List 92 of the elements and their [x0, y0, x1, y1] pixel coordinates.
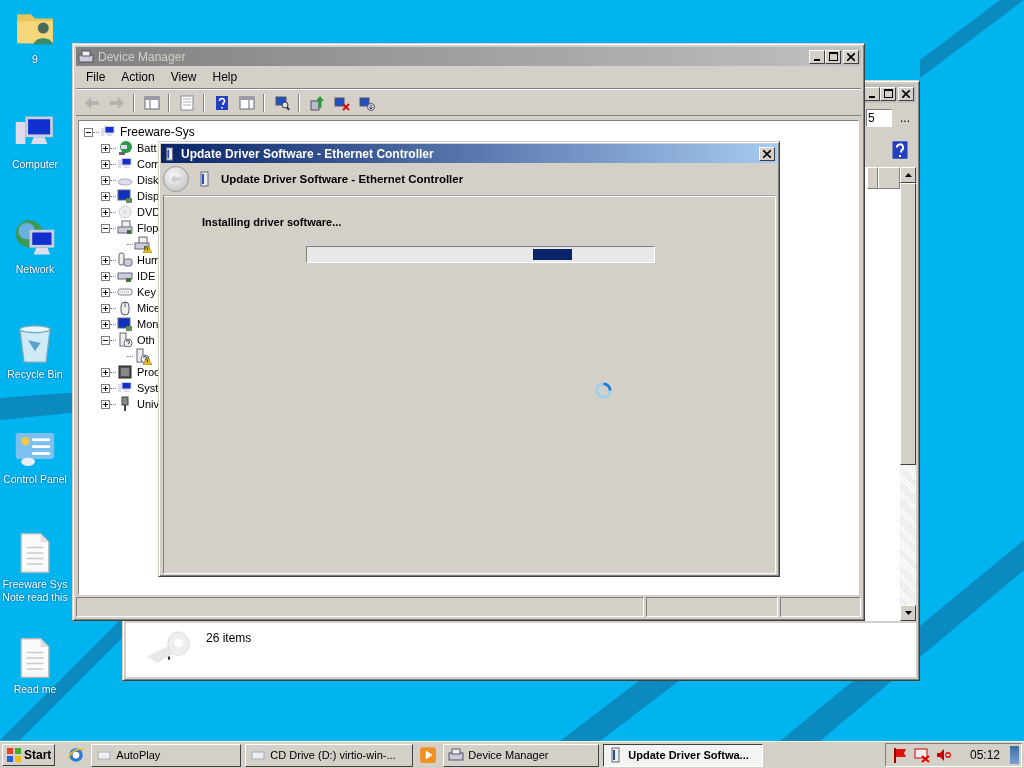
column-header[interactable]: [878, 167, 900, 189]
device-manager-icon: [78, 48, 94, 65]
back-arrow-icon: [170, 173, 182, 185]
tree-item[interactable]: Proc: [137, 366, 160, 378]
expand-icon[interactable]: [101, 367, 110, 377]
monitor-icon: [117, 316, 133, 332]
tree-item[interactable]: Oth: [137, 334, 155, 346]
close-button[interactable]: [843, 49, 859, 64]
panel-icon: [143, 94, 160, 111]
panel-icon: [238, 94, 255, 111]
browser-icon: [67, 746, 86, 764]
tree-item[interactable]: Syst: [137, 382, 159, 394]
unknown-device-icon: [117, 332, 133, 348]
device-down-icon: [358, 94, 375, 111]
close-button[interactable]: [898, 86, 914, 101]
flag-icon: [891, 747, 908, 763]
tree-item[interactable]: Disp: [137, 190, 159, 202]
tree-item[interactable]: Flop: [137, 222, 159, 234]
maximize-button[interactable]: [880, 86, 896, 101]
expand-icon[interactable]: [101, 191, 110, 201]
expand-icon[interactable]: [101, 255, 110, 265]
device-manager-icon: [448, 747, 465, 763]
tree-item[interactable]: Disk: [137, 174, 159, 186]
minimize-icon: [814, 58, 820, 61]
forward-arrow-icon: [108, 94, 125, 111]
menu-item[interactable]: Help: [204, 70, 246, 84]
maximize-icon: [883, 89, 893, 98]
expand-icon[interactable]: [101, 271, 110, 281]
scroll-up-icon: [904, 173, 912, 177]
collapse-icon[interactable]: [84, 127, 93, 137]
chip-icon: [117, 364, 133, 380]
document-icon: [178, 94, 195, 111]
device-remove-icon: [333, 94, 350, 111]
close-icon: [847, 52, 855, 61]
minimize-button[interactable]: [809, 49, 825, 64]
window-title: Device Manager: [98, 49, 187, 64]
collapse-icon[interactable]: [101, 223, 110, 233]
upload-icon: [308, 94, 325, 111]
expand-icon[interactable]: [101, 287, 110, 297]
expand-icon[interactable]: [101, 399, 110, 409]
media-player-icon: [419, 746, 438, 764]
taskbar-button[interactable]: Update Driver Softwa...: [603, 743, 764, 767]
column-header[interactable]: [867, 167, 878, 189]
expand-icon[interactable]: [101, 175, 110, 185]
menu-item[interactable]: File: [78, 70, 114, 84]
tree-item[interactable]: Batt: [137, 142, 157, 154]
controller-icon: [117, 252, 133, 268]
path-field[interactable]: 5: [866, 109, 892, 127]
drive-icon: [117, 220, 133, 236]
clock[interactable]: 05:12: [969, 748, 1000, 762]
dialog-title: Update Driver Software - Ethernet Controller: [181, 146, 435, 161]
taskbar-button[interactable]: CD Drive (D:) virtio-win-...: [245, 743, 414, 767]
muted-speaker-icon: [935, 747, 952, 763]
expand-icon[interactable]: [101, 303, 110, 313]
browse-button[interactable]: ...: [900, 107, 910, 129]
expand-icon[interactable]: [101, 319, 110, 329]
dialog-heading: Update Driver Software - Ethernet Controller: [221, 173, 464, 185]
close-icon: [902, 89, 910, 98]
expand-icon[interactable]: [101, 159, 110, 169]
tree-item[interactable]: Freeware-Sys: [120, 125, 195, 139]
network-error-icon: [913, 747, 930, 763]
maximize-button[interactable]: [825, 49, 841, 64]
tree-item[interactable]: Mon: [137, 318, 159, 330]
status-message: Installing driver software...: [202, 216, 343, 228]
taskbar-button[interactable]: AutoPlay: [91, 743, 242, 767]
monitor-search-icon: [273, 94, 290, 111]
help-icon[interactable]: [890, 140, 910, 160]
mouse-icon: [117, 300, 133, 316]
close-icon: [763, 149, 771, 158]
help-icon: [213, 94, 230, 111]
tree-item[interactable]: IDE: [137, 270, 156, 282]
windows-logo-icon: [6, 747, 22, 763]
start-button[interactable]: Start: [2, 744, 56, 766]
item-count: 26 items: [206, 631, 252, 645]
tree-item[interactable]: Univ: [137, 398, 159, 410]
scroll-down-icon: [904, 611, 912, 615]
plug-icon: [117, 140, 133, 156]
scanner-icon: [146, 631, 192, 665]
scrollbar[interactable]: [900, 167, 916, 621]
tree-item[interactable]: Key: [137, 286, 156, 298]
monitor-icon: [117, 188, 133, 204]
collapse-icon[interactable]: [101, 335, 110, 345]
maximize-icon: [828, 52, 838, 61]
close-button[interactable]: [759, 146, 775, 161]
expand-icon[interactable]: [101, 207, 110, 217]
disc-icon: [117, 204, 133, 220]
expand-icon[interactable]: [101, 143, 110, 153]
menu-item[interactable]: View: [162, 70, 205, 84]
expand-icon[interactable]: [101, 383, 110, 393]
taskbar-button[interactable]: Device Manager: [443, 743, 600, 767]
minimize-icon: [869, 95, 875, 98]
menu-item[interactable]: Action: [113, 70, 163, 84]
